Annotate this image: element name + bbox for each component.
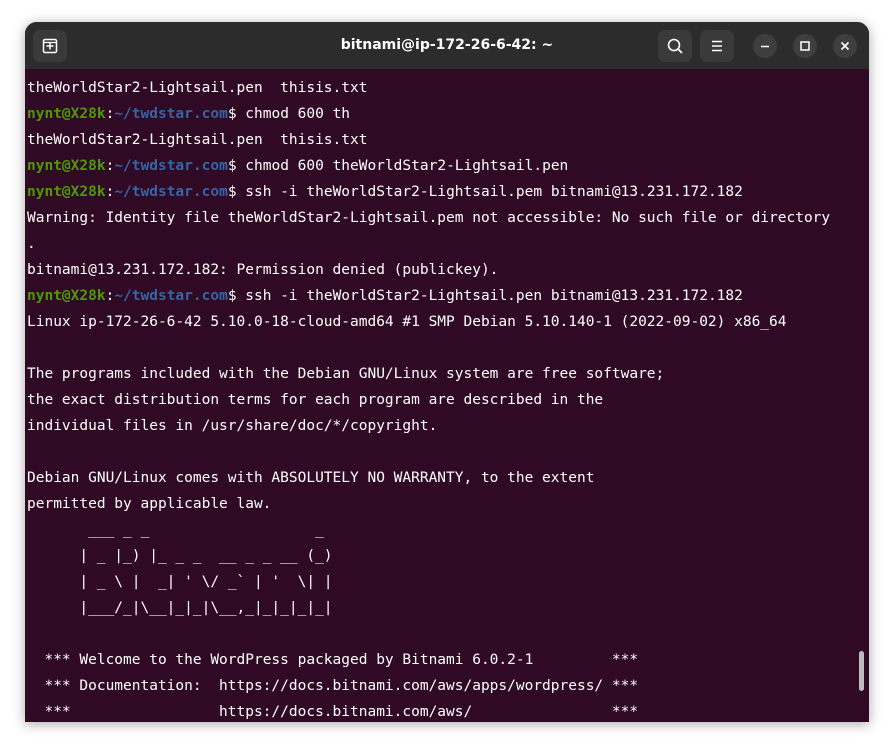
titlebar[interactable]: bitnami@ip-172-26-6-42: ~ [25,22,869,69]
output-text: Warning: Identity file theWorldStar2-Lig… [27,210,831,226]
prompt-separator: : [105,288,115,304]
output-line: theWorldStar2-Lightsail.pen thisis.txt [27,127,830,153]
search-icon [667,38,683,54]
output-text: bitnami@13.231.172.182: Permission denie… [27,262,499,278]
prompt-user: nynt@X28k [27,158,106,174]
prompt-symbol: $ [227,106,246,122]
maximize-button[interactable] [793,34,817,58]
output-line: Debian GNU/Linux comes with ABSOLUTELY N… [27,465,830,491]
output-text: theWorldStar2-Lightsail.pen thisis.txt [27,132,368,148]
prompt-path: ~/twdstar.com [114,106,228,122]
prompt-path: ~/twdstar.com [114,158,228,174]
output-line: | _ |_) |_ _ _ __ _ _ __ (_) [27,543,830,569]
command-line: nynt@X28k:~/twdstar.com$ chmod 600 theWo… [27,153,830,179]
terminal-output[interactable]: theWorldStar2-Lightsail.pen thisis.txt ny… [25,69,869,722]
maximize-icon [800,41,810,51]
prompt-path: ~/twdstar.com [114,184,228,200]
close-button[interactable] [833,34,857,58]
output-text: theWorldStar2-Lightsail.pen thisis.txt [27,80,368,96]
output-text: ___ _ _ _ [27,522,324,538]
prompt-separator: : [105,106,115,122]
close-icon [840,41,850,51]
output-line: Warning: Identity file theWorldStar2-Lig… [27,205,830,231]
prompt-user: nynt@X28k [27,288,106,304]
command-line: nynt@X28k:~/twdstar.com$ chmod 600 th [27,101,830,127]
prompt-symbol: $ [227,158,246,174]
output-text: . [27,236,36,252]
minimize-icon [761,45,769,48]
prompt-symbol: $ [227,288,246,304]
output-text: the exact distribution terms for each pr… [27,392,604,408]
terminal-window: bitnami@ip-172-26-6-42: ~ theWorldStar2-… [25,22,869,722]
output-line: Linux ip-172-26-6-42 5.10.0-18-cloud-amd… [27,309,830,335]
command-line: nynt@X28k:~/twdstar.com$ ssh -i theWorld… [27,179,830,205]
output-line: The programs included with the Debian GN… [27,361,830,387]
output-text: permitted by applicable law. [27,496,272,512]
scrollbar-thumb[interactable] [859,651,864,691]
output-line: theWorldStar2-Lightsail.pen thisis.txt [27,75,830,101]
command-text: ssh -i theWorldStar2-Lightsail.pem bitna… [245,184,743,200]
command-text: chmod 600 th [245,106,351,122]
output-line: *** Welcome to the WordPress packaged by… [27,647,830,673]
output-line: | _ \ | _| ' \/ _` | ' \| | [27,569,830,595]
output-line: individual files in /usr/share/doc/*/cop… [27,413,830,439]
output-line: *** https://docs.bitnami.com/aws/ *** [27,699,830,722]
search-button[interactable] [658,30,692,62]
command-line: nynt@X28k:~/twdstar.com$ ssh -i theWorld… [27,283,830,309]
output-text: individual files in /usr/share/doc/*/cop… [27,418,438,434]
output-text: | _ |_) |_ _ _ __ _ _ __ (_) [27,548,333,564]
prompt-user: nynt@X28k [27,184,106,200]
prompt-user: nynt@X28k [27,106,106,122]
output-line: *** Documentation: https://docs.bitnami.… [27,673,830,699]
terminal-lines: theWorldStar2-Lightsail.pen thisis.txt ny… [27,75,830,722]
minimize-button[interactable] [753,34,777,58]
output-text: *** Welcome to the WordPress packaged by… [27,652,639,668]
hamburger-menu-icon [712,40,722,52]
output-text: |___/_|\__|_|_|\__,_|_|_|_|_| [27,600,333,616]
output-line: ___ _ _ _ [27,517,830,543]
prompt-separator: : [105,184,115,200]
output-text: *** Documentation: https://docs.bitnami.… [27,678,639,694]
menu-button[interactable] [700,30,734,62]
output-line: |___/_|\__|_|_|\__,_|_|_|_|_| [27,595,830,621]
prompt-path: ~/twdstar.com [114,288,228,304]
output-line: permitted by applicable law. [27,491,830,517]
command-text: chmod 600 theWorldStar2-Lightsail.pen [245,158,569,174]
output-line: . [27,231,830,257]
command-text: ssh -i theWorldStar2-Lightsail.pen bitna… [245,288,743,304]
output-line: the exact distribution terms for each pr… [27,387,830,413]
output-text: *** https://docs.bitnami.com/aws/ *** [27,704,639,720]
output-text: Debian GNU/Linux comes with ABSOLUTELY N… [27,470,595,486]
prompt-symbol: $ [227,184,246,200]
window-title: bitnami@ip-172-26-6-42: ~ [340,37,554,53]
output-text: The programs included with the Debian GN… [27,366,665,382]
output-line: bitnami@13.231.172.182: Permission denie… [27,257,830,283]
output-text: | _ \ | _| ' \/ _` | ' \| | [27,574,333,590]
prompt-separator: : [105,158,115,174]
output-text: Linux ip-172-26-6-42 5.10.0-18-cloud-amd… [27,314,787,330]
